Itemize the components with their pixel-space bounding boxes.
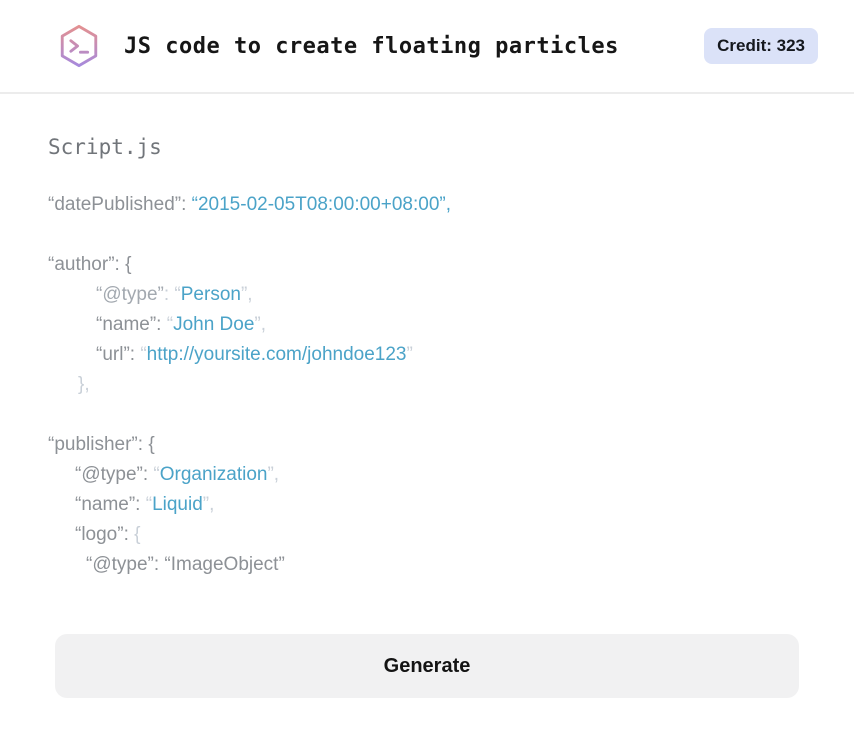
main-content: Script.js “datePublished”: “2015-02-05T0… [0,94,854,698]
generate-button[interactable]: Generate [55,634,799,698]
terminal-prompt-hexagon-icon [56,22,102,70]
code-token: John Doe [173,314,255,335]
header: JS code to create floating particles Cre… [0,0,854,94]
code-token: “name”: [96,314,167,335]
code-token: }, [78,374,90,395]
page-title: JS code to create floating particles [124,33,619,59]
code-line: “publisher”: { [48,430,806,460]
code-token: : [163,284,175,305]
code-token: “logo”: [75,524,135,545]
code-token: ”, [202,494,215,515]
code-token: { [134,524,141,545]
code-token: http://yoursite.com/johndoe123 [146,344,407,365]
code-token: “2015-02-05T08:00:00+08:00”, [191,194,451,215]
credit-badge: Credit: 323 [704,28,818,64]
code-line: “@type”: “ImageObject” [48,550,806,580]
code-token: ”, [267,464,280,485]
code-line: “@type”: “Person”, [48,280,806,310]
code-token: “url”: [96,344,141,365]
code-token: “name”: [75,494,146,515]
code-token: “author”: { [48,254,132,275]
code-token: Organization [159,464,268,485]
code-token: “@type”: “ImageObject” [86,554,285,575]
code-line: “datePublished”: “2015-02-05T08:00:00+08… [48,190,806,220]
code-line: “url”: “http://yoursite.com/johndoe123” [48,340,806,370]
app-window: JS code to create floating particles Cre… [0,0,854,698]
code-line: “author”: { [48,250,806,280]
code-token: “@type”: [75,464,154,485]
script-filename: Script.js [48,135,162,159]
code-token: “datePublished”: [48,194,192,215]
code-line: “logo”: { [48,520,806,550]
code-block: “datePublished”: “2015-02-05T08:00:00+08… [48,190,806,580]
code-token: Liquid [152,494,203,515]
button-row: Generate [48,580,806,698]
code-token: “publisher”: { [48,434,155,455]
code-line: “name”: “John Doe”, [48,310,806,340]
code-token: ”, [240,284,253,305]
code-line: “name”: “Liquid”, [48,490,806,520]
code-line: “@type”: “Organization”, [48,460,806,490]
code-token: ” [406,344,413,365]
code-token: “@type” [96,284,164,305]
code-line: }, [48,370,806,400]
code-token: ”, [254,314,267,335]
code-token: Person [180,284,241,305]
